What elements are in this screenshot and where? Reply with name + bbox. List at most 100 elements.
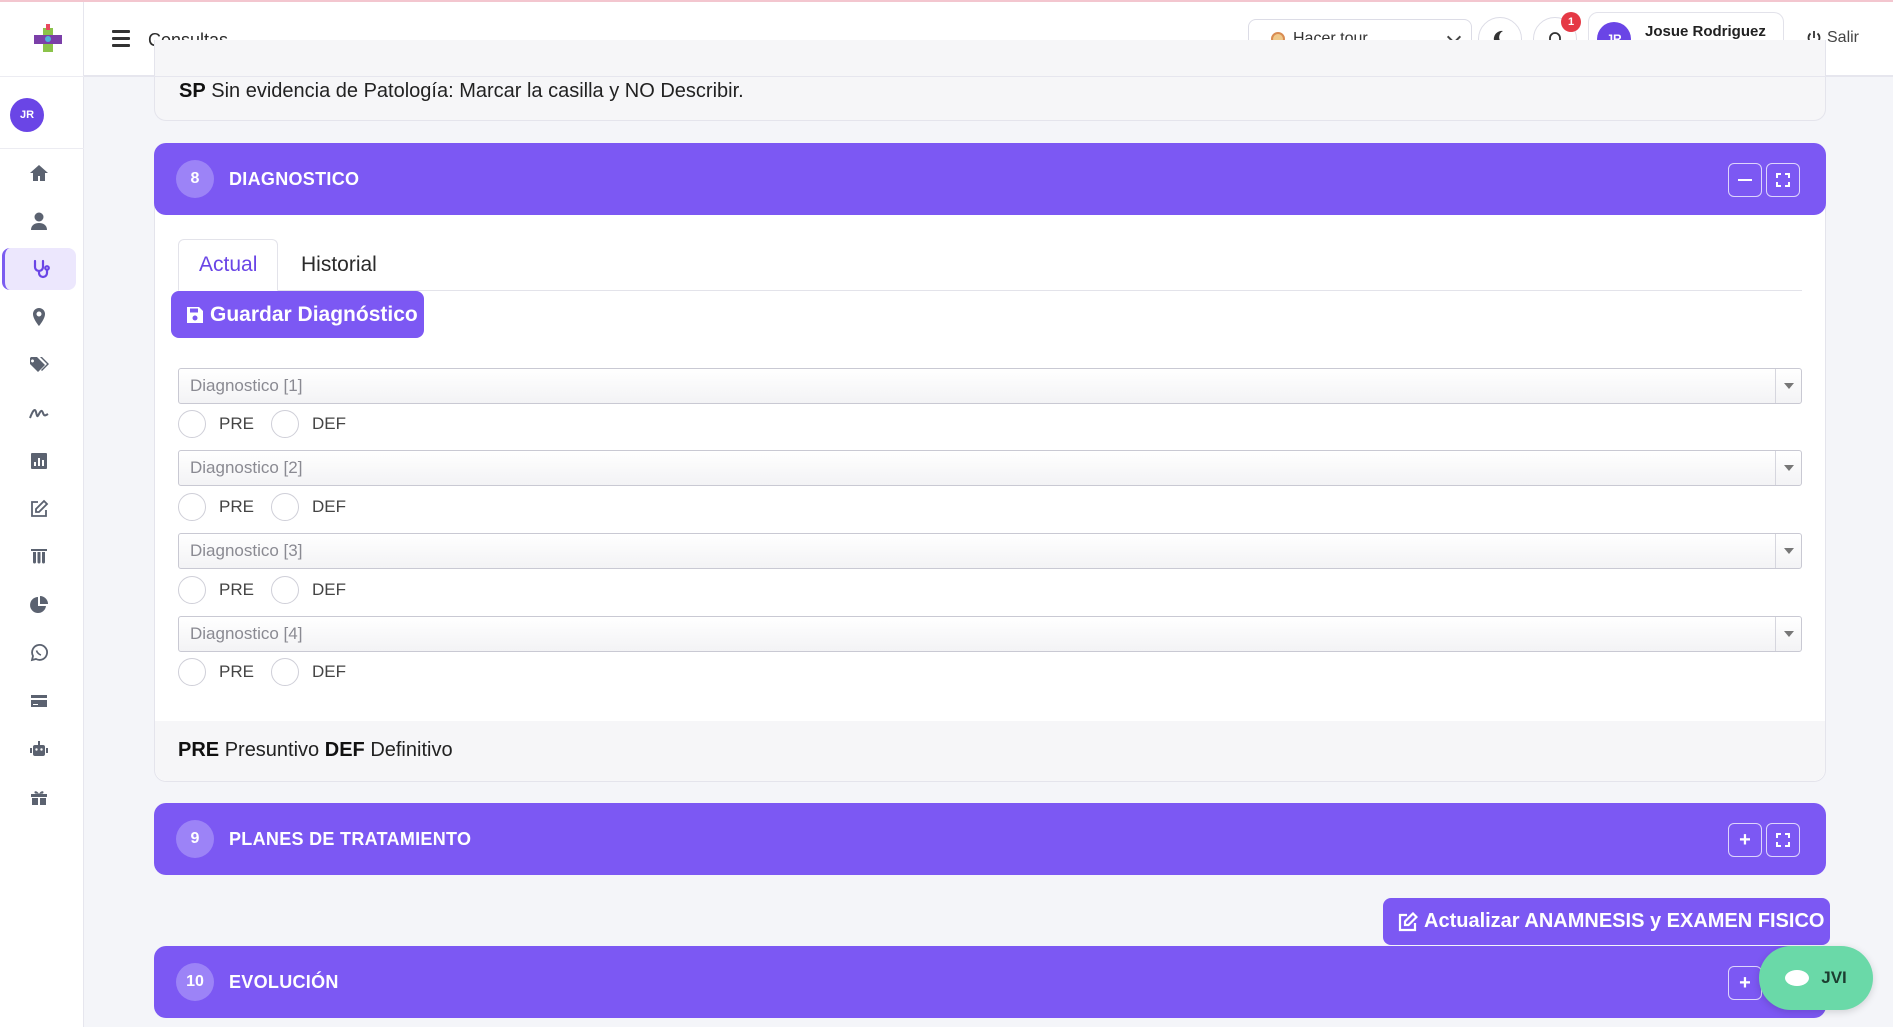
save-diagnosis-button[interactable]: Guardar Diagnóstico [171, 291, 424, 338]
sidebar-avatar[interactable]: JR [10, 98, 44, 132]
diagnosis-type-3: PRE DEF [178, 575, 363, 605]
diagnosis-select-3[interactable]: Diagnostico [3] [178, 533, 1802, 569]
section-header-planes[interactable]: 9 PLANES DE TRATAMIENTO + [154, 803, 1826, 875]
robot-icon [30, 741, 48, 756]
radio-pre-label: PRE [219, 414, 254, 433]
minus-icon [1738, 179, 1752, 181]
diagnosis-type-4: PRE DEF [178, 657, 363, 687]
whatsapp-icon [30, 644, 48, 662]
sidebar-item-notes[interactable] [2, 488, 76, 530]
sidebar-item-locations[interactable] [2, 296, 76, 338]
radio-pre-label: PRE [219, 497, 254, 516]
radio-pre-label: PRE [219, 580, 254, 599]
lab-tubes-icon [31, 549, 47, 564]
legend-pre-text: Presuntivo [224, 739, 320, 761]
home-icon [30, 165, 48, 181]
section-title: DIAGNOSTICO [229, 169, 360, 189]
sidebar-item-home[interactable] [2, 152, 76, 194]
dropdown-arrow-icon [1775, 369, 1801, 403]
logout-label: Salir [1827, 29, 1860, 46]
dropdown-arrow-icon [1775, 534, 1801, 568]
sidebar-item-assistant[interactable] [2, 728, 76, 770]
location-pin-icon [33, 308, 45, 326]
section-title: EVOLUCIÓN [229, 972, 339, 992]
notification-badge: 1 [1561, 12, 1581, 32]
legend-pre-code: PRE [178, 739, 220, 761]
save-icon [187, 306, 203, 323]
update-anamnesis-button[interactable]: Actualizar ANAMNESIS y EXAMEN FISICO [1383, 898, 1830, 945]
radio-pre[interactable] [178, 658, 206, 686]
diagnosis-type-2: PRE DEF [178, 492, 363, 522]
radio-def-label: DEF [311, 580, 346, 599]
radio-def-label: DEF [311, 662, 346, 681]
radio-def[interactable] [270, 410, 299, 438]
section-header-evolucion[interactable]: 10 EVOLUCIÓN + [154, 946, 1826, 1018]
sidebar-item-billing[interactable] [2, 680, 76, 722]
sidebar-item-consultas[interactable] [2, 248, 76, 290]
tags-icon [30, 357, 49, 372]
expand-section-button[interactable]: + [1728, 823, 1762, 857]
credit-card-icon [31, 695, 47, 707]
diagnosis-select-placeholder: Diagnostico [4] [190, 624, 303, 643]
pathology-note: SP Sin evidencia de Patología: Marcar la… [179, 80, 744, 103]
sidebar-item-signature[interactable] [2, 392, 76, 434]
sidebar-item-statistics[interactable] [2, 584, 76, 626]
section-number: 9 [176, 820, 214, 858]
expand-icon [1776, 173, 1790, 187]
save-diagnosis-label: Guardar Diagnóstico [210, 302, 418, 326]
diagnosis-select-placeholder: Diagnostico [2] [190, 458, 303, 477]
collapse-button[interactable] [1728, 163, 1762, 197]
fullscreen-button[interactable] [1766, 823, 1800, 857]
diagnosis-select-1[interactable]: Diagnostico [1] [178, 368, 1802, 404]
radio-pre[interactable] [178, 576, 206, 604]
user-name: Josue Rodriguez [1645, 23, 1766, 40]
diagnostico-tabs: Actual Historial [178, 239, 1802, 291]
dropdown-arrow-icon [1775, 617, 1801, 651]
chat-label: JVI [1821, 968, 1847, 987]
bar-chart-icon [31, 453, 47, 469]
app-logo[interactable] [32, 22, 64, 56]
radio-pre[interactable] [178, 410, 206, 438]
sidebar-item-patients[interactable] [2, 200, 76, 242]
user-icon [31, 212, 47, 230]
chat-assistant-button[interactable]: JVI [1759, 946, 1873, 1010]
update-anamnesis-label: Actualizar ANAMNESIS y EXAMEN FISICO [1424, 910, 1825, 932]
legend-def-code: DEF [324, 739, 365, 761]
sidebar-divider [0, 148, 84, 149]
section-header-diagnostico[interactable]: 8 DIAGNOSTICO [154, 143, 1826, 215]
sidebar-item-rewards[interactable] [2, 776, 76, 818]
radio-def[interactable] [270, 658, 299, 686]
pathology-note-card: SP Sin evidencia de Patología: Marcar la… [154, 40, 1826, 121]
gift-icon [31, 791, 47, 805]
diagnosis-select-placeholder: Diagnostico [3] [190, 541, 303, 560]
pie-chart-icon [30, 596, 48, 613]
radio-def-label: DEF [311, 414, 346, 433]
tab-historial[interactable]: Historial [281, 239, 397, 291]
stethoscope-icon [33, 259, 50, 279]
section-title: PLANES DE TRATAMIENTO [229, 829, 472, 849]
edit-icon [31, 499, 49, 517]
expand-section-button[interactable]: + [1728, 966, 1762, 1000]
fullscreen-button[interactable] [1766, 163, 1800, 197]
sidebar-item-tags[interactable] [2, 344, 76, 386]
menu-toggle-icon[interactable] [112, 30, 130, 47]
legend-text: PRE Presuntivo DEF Definitivo [178, 739, 453, 762]
dropdown-arrow-icon [1775, 451, 1801, 485]
plus-icon: + [1739, 828, 1751, 851]
sidebar: JR [0, 2, 84, 1027]
diagnosis-type-1: PRE DEF [178, 409, 363, 439]
radio-def[interactable] [270, 493, 299, 521]
legend-def-text: Definitivo [370, 739, 453, 761]
sidebar-item-reports[interactable] [2, 440, 76, 482]
note-text: Sin evidencia de Patología: Marcar la ca… [211, 80, 744, 102]
expand-icon [1776, 833, 1790, 847]
diagnosis-select-2[interactable]: Diagnostico [2] [178, 450, 1802, 486]
radio-pre[interactable] [178, 493, 206, 521]
tab-actual[interactable]: Actual [178, 239, 279, 291]
radio-def[interactable] [270, 576, 299, 604]
sidebar-item-lab[interactable] [2, 536, 76, 578]
sidebar-item-whatsapp[interactable] [2, 632, 76, 674]
edit-icon [1398, 911, 1418, 931]
diagnosis-select-4[interactable]: Diagnostico [4] [178, 616, 1802, 652]
sidebar-divider [0, 76, 84, 77]
